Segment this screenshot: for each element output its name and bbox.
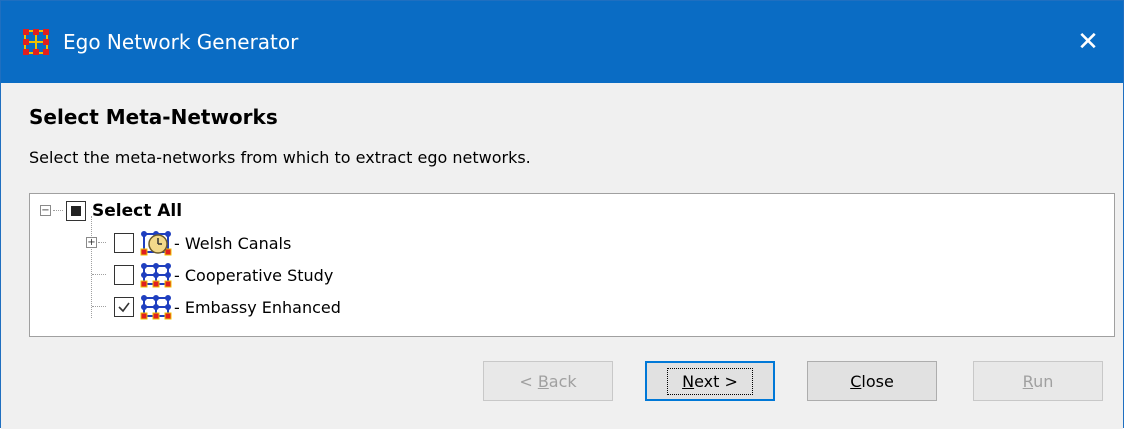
back-button-label: < Back	[519, 372, 576, 391]
next-button-label: Next >	[667, 367, 753, 395]
meta-network-icon	[140, 295, 172, 320]
close-button-mnemonic: C	[850, 371, 862, 391]
close-button[interactable]: Close	[807, 361, 937, 401]
ego-network-generator-window: Ego Network Generator ✕ Select Meta-Netw…	[0, 0, 1124, 429]
window-title: Ego Network Generator	[63, 30, 299, 54]
tree-row-select-all[interactable]: Select All	[66, 196, 182, 226]
grid-network-icon	[23, 29, 49, 55]
tree-row-welsh-canals[interactable]: - Welsh Canals	[114, 228, 291, 258]
close-window-button[interactable]: ✕	[1053, 1, 1123, 83]
checkmark-icon	[118, 302, 130, 313]
close-button-suffix: lose	[861, 371, 894, 391]
cooperative-study-checkbox[interactable]	[114, 265, 134, 285]
run-button[interactable]: Run	[973, 361, 1103, 401]
close-icon: ✕	[1077, 27, 1099, 57]
welsh-canals-checkbox[interactable]	[114, 233, 134, 253]
cooperative-study-label: - Cooperative Study	[174, 265, 334, 285]
expand-icon[interactable]: +	[86, 237, 97, 248]
page-description: Select the meta-networks from which to e…	[29, 148, 531, 167]
back-button-mnemonic: B	[537, 371, 549, 391]
back-button-prefix: <	[519, 371, 538, 391]
title-bar[interactable]: Ego Network Generator ✕	[1, 1, 1123, 83]
tree-connector	[91, 216, 92, 318]
tree-connector	[92, 306, 106, 307]
page-heading: Select Meta-Networks	[29, 105, 278, 129]
embassy-enhanced-checkbox[interactable]	[114, 297, 134, 317]
welsh-canals-label: - Welsh Canals	[174, 233, 292, 253]
run-button-label: Run	[1023, 372, 1054, 391]
meta-network-clock-icon	[140, 231, 172, 256]
close-button-label: Close	[850, 372, 894, 391]
meta-network-icon	[140, 263, 172, 288]
tree-connector	[92, 274, 106, 275]
embassy-enhanced-label: - Embassy Enhanced	[174, 297, 341, 317]
back-button-suffix: ack	[548, 371, 577, 391]
collapse-icon[interactable]: −	[40, 205, 51, 216]
next-button-suffix: ext >	[694, 371, 738, 391]
tree-connector	[53, 210, 63, 211]
select-all-checkbox[interactable]	[66, 201, 86, 221]
tree-row-cooperative-study[interactable]: - Cooperative Study	[114, 260, 333, 290]
tree-row-embassy-enhanced[interactable]: - Embassy Enhanced	[114, 292, 341, 322]
next-button[interactable]: Next >	[645, 361, 775, 401]
select-all-label: Select All	[92, 201, 183, 221]
run-button-mnemonic: R	[1022, 371, 1034, 391]
next-button-mnemonic: N	[682, 371, 695, 391]
run-button-suffix: un	[1033, 371, 1054, 391]
dialog-content: Select Meta-Networks Select the meta-net…	[1, 83, 1123, 429]
meta-network-tree[interactable]: − Select All + - Welsh Canals - Cooperat…	[29, 193, 1115, 337]
back-button[interactable]: < Back	[483, 361, 613, 401]
tree-connector	[98, 242, 106, 243]
